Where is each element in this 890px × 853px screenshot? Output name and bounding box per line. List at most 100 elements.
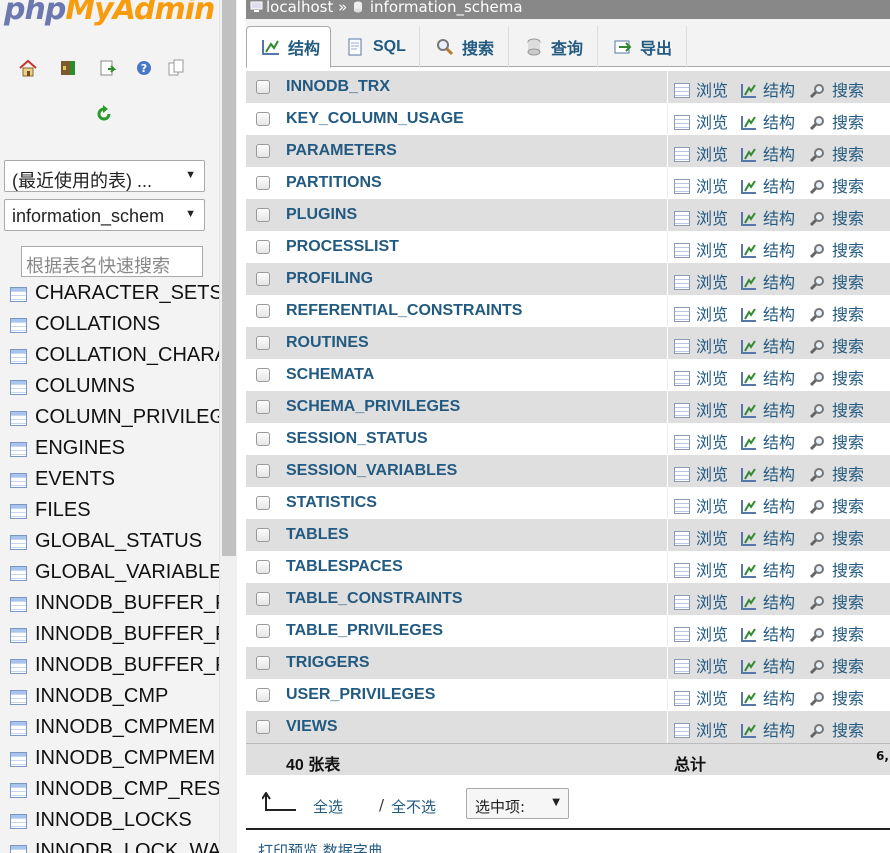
search-action[interactable]: 搜索: [809, 205, 864, 229]
structure-action[interactable]: 结构: [741, 717, 795, 741]
tab-structure[interactable]: 结构: [246, 26, 331, 68]
browse-action[interactable]: 浏览: [674, 237, 728, 261]
database-select[interactable]: information_schem ▼: [4, 199, 205, 231]
browse-action[interactable]: 浏览: [674, 141, 728, 165]
reload-icon[interactable]: [94, 104, 114, 124]
table-icon[interactable]: [10, 690, 27, 705]
nav-table-name[interactable]: GLOBAL_STATUS: [35, 530, 202, 553]
table-name-link[interactable]: PROFILING: [286, 270, 373, 288]
uncheck-all-link[interactable]: 全不选: [391, 796, 436, 817]
table-name-link[interactable]: PLUGINS: [286, 206, 357, 224]
table-name-link[interactable]: PARAMETERS: [286, 142, 397, 160]
browse-action[interactable]: 浏览: [674, 109, 728, 133]
table-icon[interactable]: [10, 659, 27, 674]
table-icon[interactable]: [10, 752, 27, 767]
search-action[interactable]: 搜索: [809, 333, 864, 357]
browse-action[interactable]: 浏览: [674, 493, 728, 517]
structure-action[interactable]: 结构: [741, 173, 795, 197]
table-icon[interactable]: [10, 442, 27, 457]
browse-action[interactable]: 浏览: [674, 717, 728, 741]
table-icon[interactable]: [10, 566, 27, 581]
table-icon[interactable]: [10, 349, 27, 364]
browse-action[interactable]: 浏览: [674, 269, 728, 293]
structure-action[interactable]: 结构: [741, 77, 795, 101]
sql-query-icon[interactable]: [98, 58, 118, 78]
tab-query[interactable]: 查询: [510, 26, 598, 67]
structure-action[interactable]: 结构: [741, 269, 795, 293]
table-name-link[interactable]: USER_PRIVILEGES: [286, 686, 435, 704]
structure-action[interactable]: 结构: [741, 525, 795, 549]
row-checkbox[interactable]: [256, 496, 270, 510]
browse-action[interactable]: 浏览: [674, 429, 728, 453]
nav-scrollbar-thumb[interactable]: [222, 0, 236, 556]
row-checkbox[interactable]: [256, 464, 270, 478]
table-name-link[interactable]: TABLE_PRIVILEGES: [286, 622, 443, 640]
table-name-link[interactable]: VIEWS: [286, 718, 338, 736]
structure-action[interactable]: 结构: [741, 557, 795, 581]
nav-table-item[interactable]: FILES: [0, 496, 219, 527]
structure-action[interactable]: 结构: [741, 205, 795, 229]
nav-table-name[interactable]: COLUMNS: [35, 375, 135, 398]
structure-action[interactable]: 结构: [741, 237, 795, 261]
table-icon[interactable]: [10, 380, 27, 395]
nav-table-item[interactable]: INNODB_CMPMEM: [0, 713, 219, 744]
structure-action[interactable]: 结构: [741, 365, 795, 389]
row-checkbox[interactable]: [256, 144, 270, 158]
table-name-link[interactable]: SESSION_STATUS: [286, 430, 428, 448]
table-name-link[interactable]: PARTITIONS: [286, 174, 382, 192]
search-action[interactable]: 搜索: [809, 237, 864, 261]
structure-action[interactable]: 结构: [741, 493, 795, 517]
nav-table-name[interactable]: GLOBAL_VARIABLES: [35, 561, 219, 584]
structure-action[interactable]: 结构: [741, 621, 795, 645]
table-name-link[interactable]: SCHEMA_PRIVILEGES: [286, 398, 460, 416]
browse-action[interactable]: 浏览: [674, 301, 728, 325]
nav-table-item[interactable]: COLUMNS: [0, 372, 219, 403]
structure-action[interactable]: 结构: [741, 109, 795, 133]
recent-tables-select[interactable]: (最近使用的表) ... ▼: [4, 160, 205, 192]
structure-action[interactable]: 结构: [741, 589, 795, 613]
search-action[interactable]: 搜索: [809, 685, 864, 709]
table-name-link[interactable]: SESSION_VARIABLES: [286, 462, 457, 480]
nav-table-item[interactable]: GLOBAL_VARIABLES: [0, 558, 219, 589]
tab-sql[interactable]: SQL: [332, 26, 420, 67]
browse-action[interactable]: 浏览: [674, 397, 728, 421]
breadcrumb-database[interactable]: information_schema: [370, 0, 523, 16]
table-name-link[interactable]: TABLE_CONSTRAINTS: [286, 590, 463, 608]
browse-action[interactable]: 浏览: [674, 461, 728, 485]
table-name-link[interactable]: TABLES: [286, 526, 349, 544]
row-checkbox[interactable]: [256, 560, 270, 574]
nav-table-item[interactable]: INNODB_CMPMEM: [0, 744, 219, 775]
row-checkbox[interactable]: [256, 656, 270, 670]
search-action[interactable]: 搜索: [809, 269, 864, 293]
structure-action[interactable]: 结构: [741, 685, 795, 709]
nav-table-name[interactable]: INNODB_BUFFER_P: [35, 654, 219, 677]
browse-action[interactable]: 浏览: [674, 525, 728, 549]
structure-action[interactable]: 结构: [741, 461, 795, 485]
table-name-link[interactable]: TABLESPACES: [286, 558, 403, 576]
row-checkbox[interactable]: [256, 624, 270, 638]
nav-table-item[interactable]: EVENTS: [0, 465, 219, 496]
structure-action[interactable]: 结构: [741, 333, 795, 357]
structure-action[interactable]: 结构: [741, 141, 795, 165]
row-checkbox[interactable]: [256, 304, 270, 318]
row-checkbox[interactable]: [256, 272, 270, 286]
nav-table-item[interactable]: INNODB_CMP_RESE: [0, 775, 219, 806]
search-action[interactable]: 搜索: [809, 653, 864, 677]
exit-icon[interactable]: [58, 58, 78, 78]
nav-table-item[interactable]: COLUMN_PRIVILEG: [0, 403, 219, 434]
structure-action[interactable]: 结构: [741, 301, 795, 325]
copy-icon[interactable]: [166, 58, 186, 78]
table-icon[interactable]: [10, 473, 27, 488]
table-icon[interactable]: [10, 287, 27, 302]
table-icon[interactable]: [10, 504, 27, 519]
nav-table-item[interactable]: COLLATION_CHARA: [0, 341, 219, 372]
nav-table-item[interactable]: INNODB_BUFFER_P: [0, 620, 219, 651]
row-checkbox[interactable]: [256, 400, 270, 414]
nav-table-item[interactable]: INNODB_LOCK_WA: [0, 837, 219, 853]
row-checkbox[interactable]: [256, 432, 270, 446]
browse-action[interactable]: 浏览: [674, 621, 728, 645]
row-checkbox[interactable]: [256, 208, 270, 222]
nav-table-name[interactable]: EVENTS: [35, 468, 115, 491]
browse-action[interactable]: 浏览: [674, 653, 728, 677]
search-action[interactable]: 搜索: [809, 301, 864, 325]
